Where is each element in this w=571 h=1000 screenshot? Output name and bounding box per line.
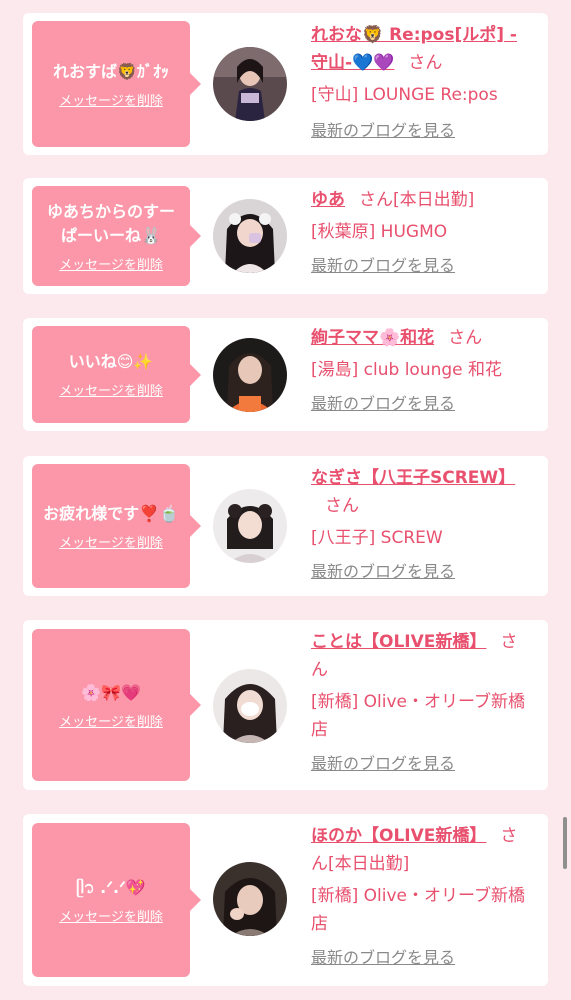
- avatar[interactable]: [213, 669, 287, 743]
- avatar[interactable]: [213, 338, 287, 412]
- store-name: [新橋] Olive・オリーブ新橋店: [311, 886, 525, 934]
- delete-message-link[interactable]: メッセージを削除: [59, 532, 163, 551]
- message-bubble: ゆあちからのすーぱーいーね🐰 メッセージを削除: [32, 186, 201, 286]
- message-bubble: いいね😊✨ メッセージを削除: [32, 326, 201, 423]
- message-card: いいね😊✨ メッセージを削除 絢子ママ🌸和花 さん [湯島] club loung…: [23, 318, 548, 431]
- delete-message-link[interactable]: メッセージを削除: [59, 254, 163, 273]
- store-name: [秋葉原] HUGMO: [311, 222, 448, 242]
- message-bubble: お疲れ様です❣️🍵 メッセージを削除: [32, 464, 201, 588]
- latest-blog-link[interactable]: 最新のブログを見る: [311, 390, 455, 418]
- message-card: お疲れ様です❣️🍵 メッセージを削除 なぎさ【八王子SCREW】さん [八王子]…: [23, 456, 548, 596]
- latest-blog-link[interactable]: 最新のブログを見る: [311, 750, 455, 778]
- cast-info: ことは【OLIVE新橋】 さん [新橋] Olive・オリーブ新橋店 最新のブログ…: [311, 628, 533, 778]
- message-bubble: ᥫ᭡ .ᐟ.ᐟ💖 メッセージを削除: [32, 823, 201, 977]
- honorific: さん: [359, 190, 393, 210]
- store-name: [守山] LOUNGE Re:pos: [311, 85, 498, 105]
- message-text: いいね😊✨: [68, 352, 154, 371]
- message-card: れおすば🦁ｶﾞｵｯ メッセージを削除 れおな🦁 Re:pos[ルポ] - 守山-…: [23, 13, 548, 155]
- store-name: [湯島] club lounge 和花: [311, 360, 503, 380]
- latest-blog-link[interactable]: 最新のブログを見る: [311, 944, 455, 972]
- delete-message-link[interactable]: メッセージを削除: [59, 380, 163, 399]
- message-text: ᥫ᭡ .ᐟ.ᐟ💖: [76, 877, 146, 897]
- message-bubble: れおすば🦁ｶﾞｵｯ メッセージを削除: [32, 21, 201, 147]
- cast-info: なぎさ【八王子SCREW】さん [八王子] SCREW 最新のブログを見る: [311, 464, 533, 586]
- delete-message-link[interactable]: メッセージを削除: [59, 906, 163, 925]
- attendance-badge: [本日出勤]: [328, 854, 410, 874]
- message-card: ᥫ᭡ .ᐟ.ᐟ💖 メッセージを削除 ほのか【OLIVE新橋】 さん[本日出勤] […: [23, 814, 548, 986]
- message-text: 🌸🎀💗: [81, 682, 141, 702]
- cast-name-link[interactable]: なぎさ【八王子SCREW】: [311, 468, 515, 488]
- cast-name-link[interactable]: ゆあ: [311, 190, 345, 210]
- attendance-badge: [本日出勤]: [393, 190, 475, 210]
- cast-name-link[interactable]: ほのか【OLIVE新橋】: [311, 826, 486, 846]
- avatar[interactable]: [213, 199, 287, 273]
- delete-message-link[interactable]: メッセージを削除: [59, 711, 163, 730]
- cast-info: ほのか【OLIVE新橋】 さん[本日出勤] [新橋] Olive・オリーブ新橋店 …: [311, 822, 533, 972]
- cast-name-link[interactable]: ことは【OLIVE新橋】: [311, 632, 486, 652]
- message-text: れおすば🦁ｶﾞｵｯ: [53, 61, 169, 81]
- avatar[interactable]: [213, 47, 287, 121]
- delete-message-link[interactable]: メッセージを削除: [59, 90, 163, 109]
- latest-blog-link[interactable]: 最新のブログを見る: [311, 117, 455, 145]
- message-bubble: 🌸🎀💗 メッセージを削除: [32, 629, 201, 781]
- cast-info: ゆあ さん[本日出勤] [秋葉原] HUGMO 最新のブログを見る: [311, 186, 533, 280]
- message-text: ゆあちからのすーぱーいーね🐰: [46, 201, 175, 245]
- message-card: 🌸🎀💗 メッセージを削除 ことは【OLIVE新橋】 さん [新橋] Olive・オ…: [23, 620, 548, 790]
- message-text: お疲れ様です❣️🍵: [43, 503, 179, 523]
- scrollbar-thumb[interactable]: [563, 817, 567, 869]
- message-card: ゆあちからのすーぱーいーね🐰 メッセージを削除 ゆあ さん[本日出勤] [秋葉原]…: [23, 178, 548, 294]
- cast-info: れおな🦁 Re:pos[ルポ] - 守山-💙💜 さん [守山] LOUNGE Re…: [311, 21, 533, 145]
- honorific: さん: [408, 53, 443, 73]
- store-name: [八王子] SCREW: [311, 528, 443, 548]
- honorific: さん: [325, 496, 359, 516]
- avatar[interactable]: [213, 489, 287, 563]
- store-name: [新橋] Olive・オリーブ新橋店: [311, 692, 525, 740]
- message-list: れおすば🦁ｶﾞｵｯ メッセージを削除 れおな🦁 Re:pos[ルポ] - 守山-…: [0, 0, 571, 1000]
- latest-blog-link[interactable]: 最新のブログを見る: [311, 252, 455, 280]
- latest-blog-link[interactable]: 最新のブログを見る: [311, 558, 455, 586]
- avatar[interactable]: [213, 862, 287, 936]
- cast-name-link[interactable]: 絢子ママ🌸和花: [311, 328, 434, 348]
- cast-info: 絢子ママ🌸和花 さん [湯島] club lounge 和花 最新のブログを見る: [311, 324, 533, 418]
- honorific: さん: [448, 328, 483, 348]
